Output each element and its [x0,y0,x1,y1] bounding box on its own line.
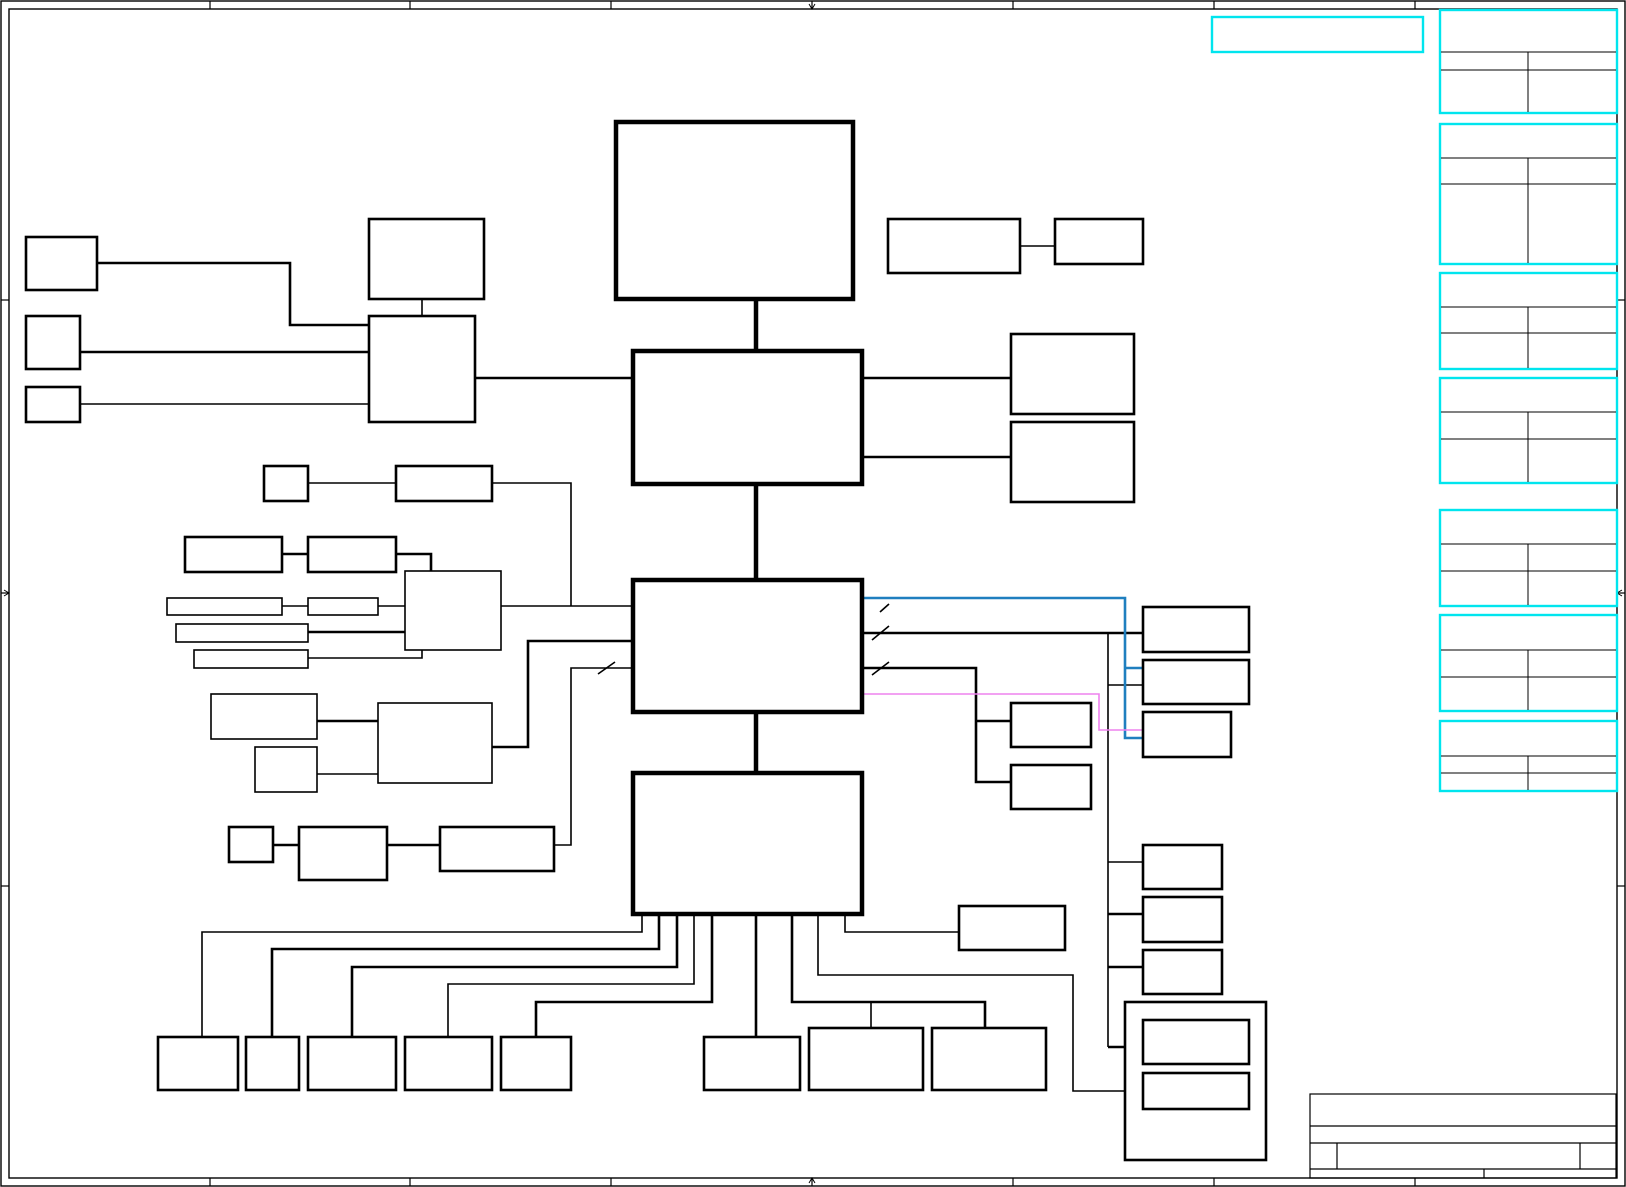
block-lower-left-hub [377,702,493,784]
block-mid-left-b [306,535,398,574]
block-bottom-3 [306,1035,398,1092]
block-mid-left-small [262,464,310,503]
revision-panels [1210,8,1619,793]
block-right-mid-3 [1141,710,1233,759]
block-mid-left-d [307,597,379,616]
block-bottom-7 [807,1026,925,1092]
revision-panel-3 [1438,271,1619,371]
block-mid-left-e [175,623,309,643]
revision-panel-7 [1438,719,1619,793]
revision-panel-5 [1438,508,1619,608]
block-right-upper-1 [1009,332,1136,416]
block-mid-left-c [166,597,283,616]
blocks [24,119,1268,1162]
revision-panel-1 [1438,8,1619,115]
header-note-box [1210,15,1425,54]
block-bottom-6 [702,1035,802,1092]
block-right-mid-5 [1009,763,1093,811]
block-right-mid-4 [1009,701,1093,749]
title-block [1309,1093,1617,1179]
south-bridge-block [630,577,865,715]
revision-panel-6 [1438,613,1619,713]
block-right-lower-3 [1141,948,1224,996]
revision-panel-4 [1438,376,1619,485]
block-right-group-1 [1141,1018,1251,1066]
block-lower-left-a [210,693,318,740]
block-bottom-4 [403,1035,494,1092]
block-mid-left-f [193,649,309,669]
block-mid-left-wide [394,464,494,503]
block-top-right-2 [1053,217,1145,266]
block-right-lower-1 [1141,843,1224,891]
block-bottom-1 [156,1035,240,1092]
north-bridge-block [630,348,865,487]
block-bottom-8 [930,1026,1048,1092]
block-lower-left-b [254,746,318,793]
revision-panel-2 [1438,122,1619,266]
block-bottom-5 [499,1035,573,1092]
block-lower-left-small [227,825,275,864]
block-top-center-upper [367,217,486,301]
block-top-right-1 [886,217,1022,275]
block-lower-left-c [297,825,389,882]
block-bottom-2 [244,1035,301,1092]
block-near-hub [957,904,1067,952]
block-top-left-3 [24,385,82,424]
block-right-mid-1 [1141,605,1251,654]
block-lower-left-d [438,825,556,873]
block-top-hub [367,314,477,424]
io-hub-block [630,770,865,917]
block-mid-left-hub [404,570,502,651]
block-mid-left-a [183,535,284,574]
block-right-mid-2 [1141,658,1251,706]
block-diagram-canvas [0,0,1626,1187]
processor-block [613,119,856,302]
block-right-lower-2 [1141,895,1224,944]
block-right-group-2 [1141,1071,1251,1111]
block-right-upper-2 [1009,420,1136,504]
block-top-left-1 [24,235,99,292]
block-top-left-2 [24,314,82,371]
